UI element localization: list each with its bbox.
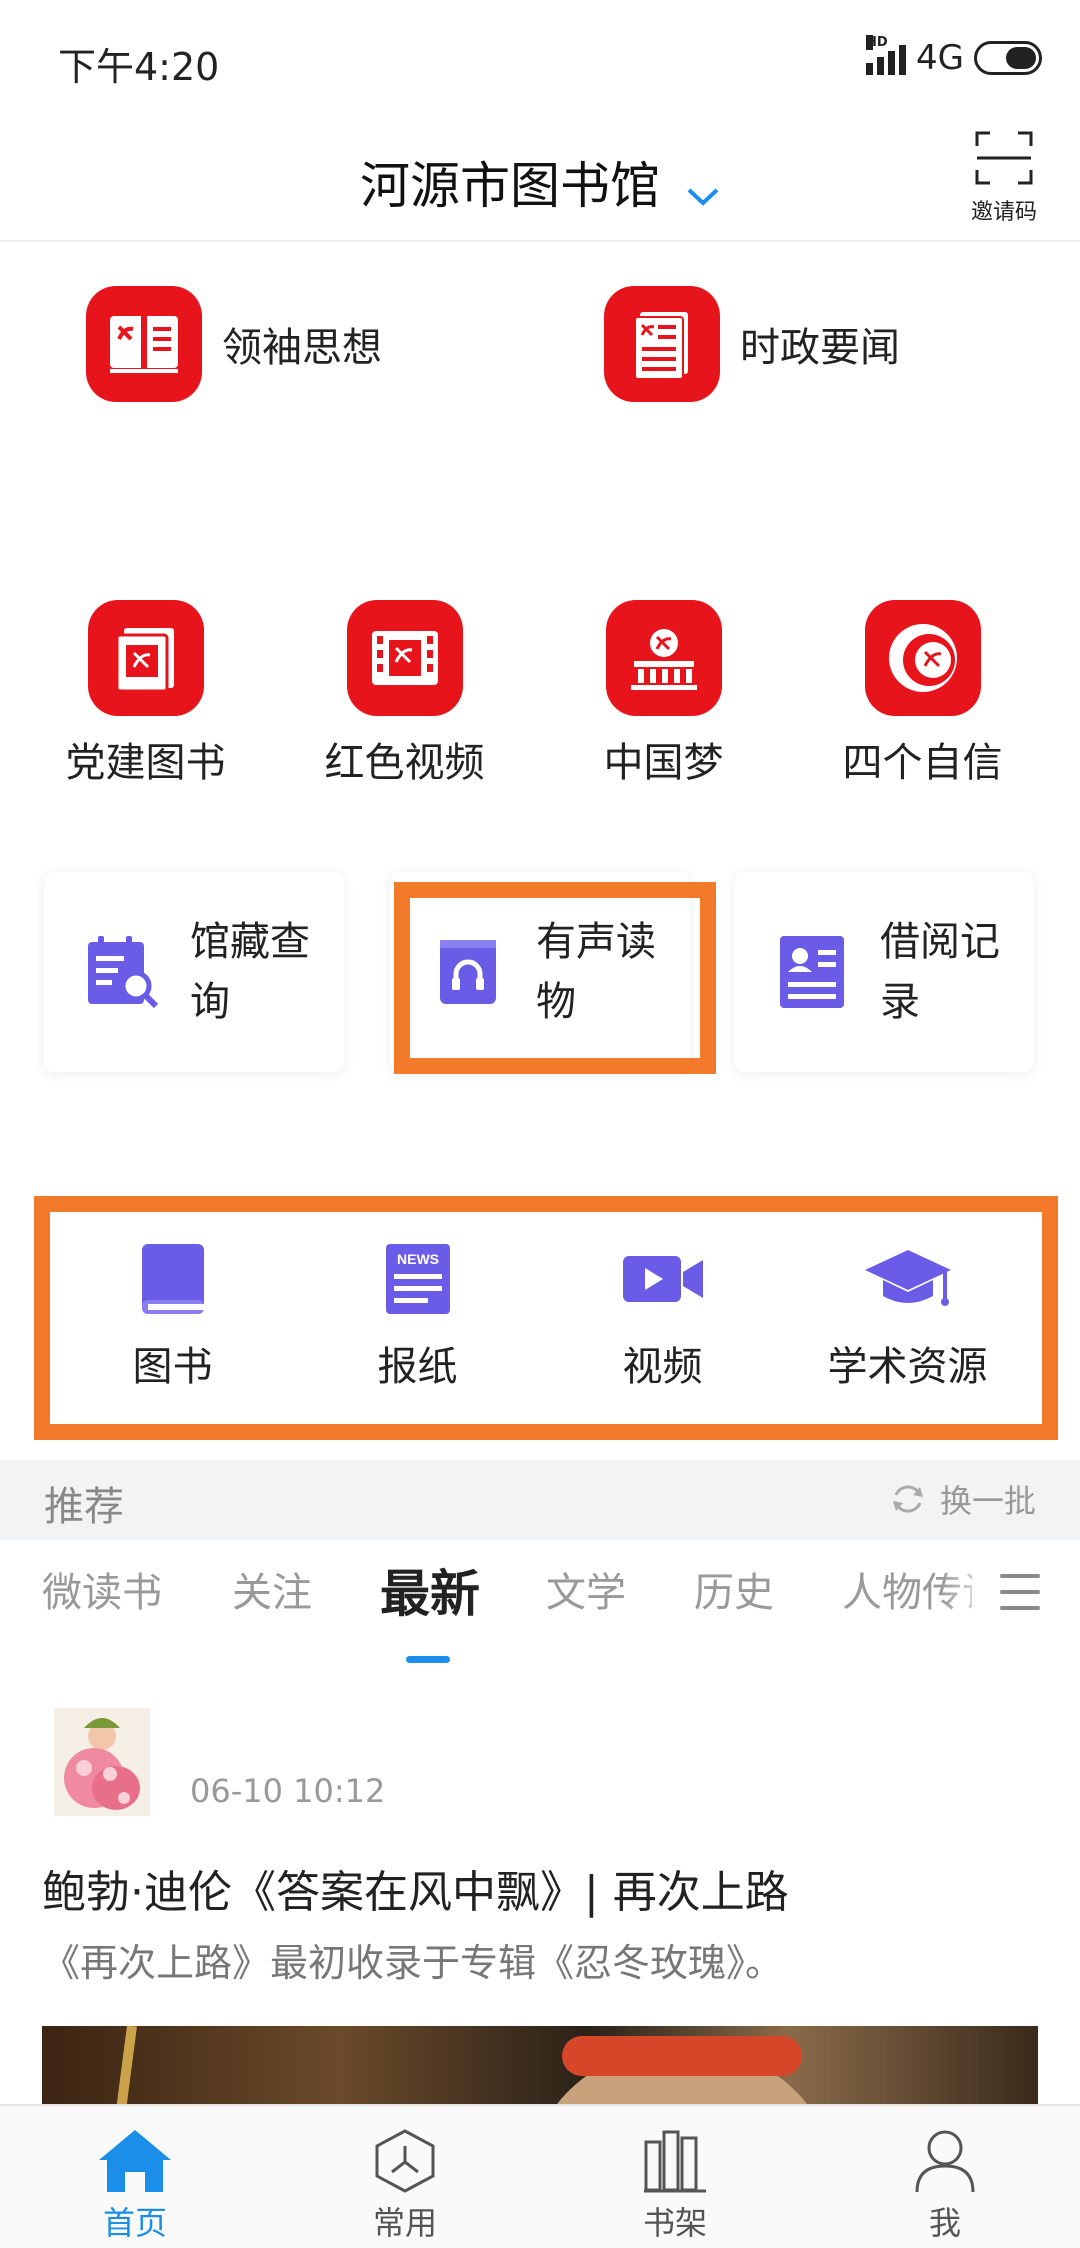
category-tabs: 微读书 关注 最新 文学 历史 人物传记	[0, 1560, 1080, 1680]
library-selector[interactable]: 河源市图书馆	[0, 146, 1080, 219]
collection-search-card[interactable]: 馆藏查询	[44, 872, 344, 1072]
nav-frequent-label: 常用	[372, 2204, 437, 2242]
resource-newspaper-label: 报纸	[377, 1344, 458, 1390]
profile-icon	[915, 2130, 975, 2193]
frequent-icon	[375, 2129, 435, 2193]
party-book-icon	[87, 600, 204, 716]
current-affairs-link[interactable]: 时政要闻	[604, 286, 900, 402]
tab-fade	[940, 1560, 1000, 1630]
resource-video-label: 视频	[622, 1344, 703, 1390]
collection-search-icon	[82, 932, 162, 1012]
resource-video[interactable]: 视频	[540, 1212, 785, 1422]
bookshelf-icon	[644, 2130, 706, 2193]
tab-menu-icon[interactable]	[1000, 1574, 1040, 1622]
party-grid: 党建图书 红色视频 中国梦 四个自信	[0, 600, 1080, 788]
newspaper-icon: NEWS	[385, 1244, 450, 1314]
nav-home[interactable]: 首页	[0, 2106, 270, 2248]
current-affairs-icon	[604, 286, 720, 402]
tab-following[interactable]: 关注	[232, 1560, 312, 1618]
resource-categories: 图书 NEWS 报纸 视频 学术资源	[50, 1212, 1030, 1422]
china-dream-icon	[605, 600, 722, 716]
borrow-record-label: 借阅记录	[880, 919, 1000, 1025]
academic-cap-icon	[864, 1250, 951, 1306]
network-type: 4G	[916, 38, 964, 78]
refresh-label: 换一批	[939, 1482, 1036, 1520]
tab-micro-reading[interactable]: 微读书	[42, 1560, 162, 1618]
article-title[interactable]: 鲍勃·迪伦《答案在风中飘》| 再次上路	[42, 1856, 789, 1920]
china-dream-label: 中国梦	[603, 740, 724, 786]
article-avatar[interactable]	[54, 1708, 150, 1816]
invite-code-button[interactable]: 邀请码	[964, 130, 1044, 226]
status-bar: 下午4:20 HD 4G	[0, 0, 1080, 118]
recommend-bar: 推荐 换一批	[0, 1460, 1080, 1540]
red-video-label: 红色视频	[324, 740, 485, 786]
recommend-title: 推荐	[44, 1484, 124, 1530]
chevron-down-icon	[686, 161, 720, 219]
four-confidences-label: 四个自信	[842, 740, 1003, 786]
article-summary: 《再次上路》最初收录于专辑《忍冬玫瑰》。	[42, 1941, 784, 1985]
leader-thought-link[interactable]: 领袖思想	[86, 286, 382, 402]
refresh-icon	[892, 1485, 923, 1513]
app-header: 河源市图书馆 邀请码	[0, 118, 1080, 242]
nav-bookshelf[interactable]: 书架	[540, 2106, 810, 2248]
scan-icon	[975, 131, 1033, 185]
borrow-record-icon	[772, 932, 852, 1012]
resource-academic-label: 学术资源	[827, 1344, 988, 1390]
resource-book-label: 图书	[132, 1344, 213, 1390]
invite-code-label: 邀请码	[970, 200, 1037, 225]
library-name: 河源市图书馆	[360, 157, 661, 215]
bottom-nav: 首页 常用 书架 我	[0, 2104, 1080, 2248]
nav-profile[interactable]: 我	[810, 2106, 1080, 2248]
red-video-link[interactable]: 红色视频	[275, 600, 534, 788]
status-indicators: HD 4G	[866, 35, 1042, 78]
tab-history[interactable]: 历史	[694, 1560, 774, 1618]
nav-frequent[interactable]: 常用	[270, 2106, 540, 2248]
article-time: 06-10 10:12	[190, 1772, 386, 1810]
video-icon	[622, 1256, 703, 1302]
party-book-link[interactable]: 党建图书	[16, 600, 275, 788]
four-confidences-link[interactable]: 四个自信	[793, 600, 1052, 788]
refresh-button[interactable]: 换一批	[890, 1476, 1036, 1522]
borrow-record-card[interactable]: 借阅记录	[734, 872, 1034, 1072]
four-confidences-icon	[864, 600, 981, 716]
signal-icon: HD	[866, 35, 907, 75]
china-dream-link[interactable]: 中国梦	[534, 600, 793, 788]
nav-profile-label: 我	[928, 2204, 961, 2242]
tab-literature[interactable]: 文学	[546, 1560, 626, 1618]
current-affairs-label: 时政要闻	[740, 325, 900, 371]
status-time: 下午4:20	[58, 45, 220, 89]
resource-academic[interactable]: 学术资源	[785, 1212, 1030, 1422]
collection-search-label: 馆藏查询	[190, 919, 310, 1025]
nav-bookshelf-label: 书架	[642, 2204, 707, 2242]
leader-thought-label: 领袖思想	[222, 325, 382, 371]
audiobook-highlight	[394, 882, 716, 1074]
newspaper-badge: NEWS	[397, 1251, 439, 1267]
hd-label: HD	[866, 35, 888, 50]
tab-latest[interactable]: 最新	[380, 1554, 480, 1626]
resource-newspaper[interactable]: NEWS 报纸	[295, 1212, 540, 1422]
home-icon	[99, 2130, 171, 2192]
red-video-icon	[346, 600, 463, 716]
party-book-label: 党建图书	[65, 740, 226, 786]
nav-home-label: 首页	[102, 2204, 167, 2242]
active-tab-indicator	[406, 1656, 450, 1663]
leader-thought-icon	[86, 286, 202, 402]
book-icon	[141, 1244, 204, 1314]
resource-book[interactable]: 图书	[50, 1212, 295, 1422]
battery-icon	[974, 41, 1042, 75]
